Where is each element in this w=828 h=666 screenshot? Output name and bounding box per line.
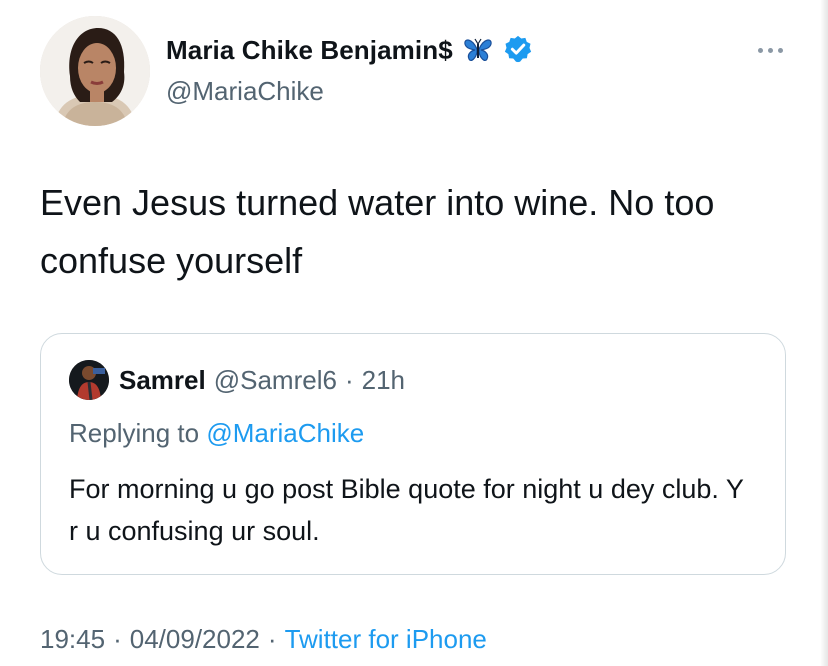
- quoted-author-handle[interactable]: @Samrel6: [214, 365, 337, 396]
- tweet-source-link[interactable]: Twitter for iPhone: [285, 624, 487, 655]
- author-handle[interactable]: @MariaChike: [166, 76, 324, 107]
- more-dot: [767, 47, 773, 53]
- tweet-page: Maria Chike Benjamin$ @MariaChike Even J…: [0, 0, 828, 666]
- verified-badge-icon: [503, 34, 535, 66]
- tweet-date[interactable]: 04/09/2022: [130, 624, 260, 655]
- author-display-name[interactable]: Maria Chike Benjamin$: [166, 35, 453, 66]
- quoted-author-name[interactable]: Samrel: [119, 365, 206, 396]
- separator-dot: ·: [113, 624, 122, 654]
- tweet-time[interactable]: 19:45: [40, 624, 105, 655]
- more-dot: [777, 47, 783, 53]
- quoted-tweet-text: For morning u go post Bible quote for ni…: [69, 474, 744, 546]
- author-name-row: Maria Chike Benjamin$: [166, 32, 535, 68]
- quoted-tweet-card[interactable]: Samrel @Samrel6 · 21h Replying to @Maria…: [40, 333, 786, 575]
- quoted-author-avatar[interactable]: [69, 360, 109, 400]
- more-options-icon[interactable]: [752, 40, 788, 60]
- separator-dot: ·: [267, 624, 277, 654]
- replying-to-mention[interactable]: @MariaChike: [206, 418, 364, 448]
- tweet-text: Even Jesus turned water into wine. No to…: [40, 182, 715, 281]
- more-dot: [757, 47, 763, 53]
- separator-dot: ·: [344, 364, 354, 395]
- blue-butterfly-icon: [462, 34, 494, 66]
- author-avatar[interactable]: [40, 16, 150, 126]
- replying-to-line: Replying to @MariaChike: [69, 418, 364, 449]
- tweet-footer: 19:45 · 04/09/2022 · Twitter for iPhone: [40, 624, 487, 655]
- quoted-tweet-time[interactable]: 21h: [362, 365, 405, 396]
- quoted-tweet-header: Samrel @Samrel6 · 21h: [119, 362, 405, 398]
- page-edge-shadow: [820, 0, 828, 666]
- replying-to-label: Replying to: [69, 418, 200, 448]
